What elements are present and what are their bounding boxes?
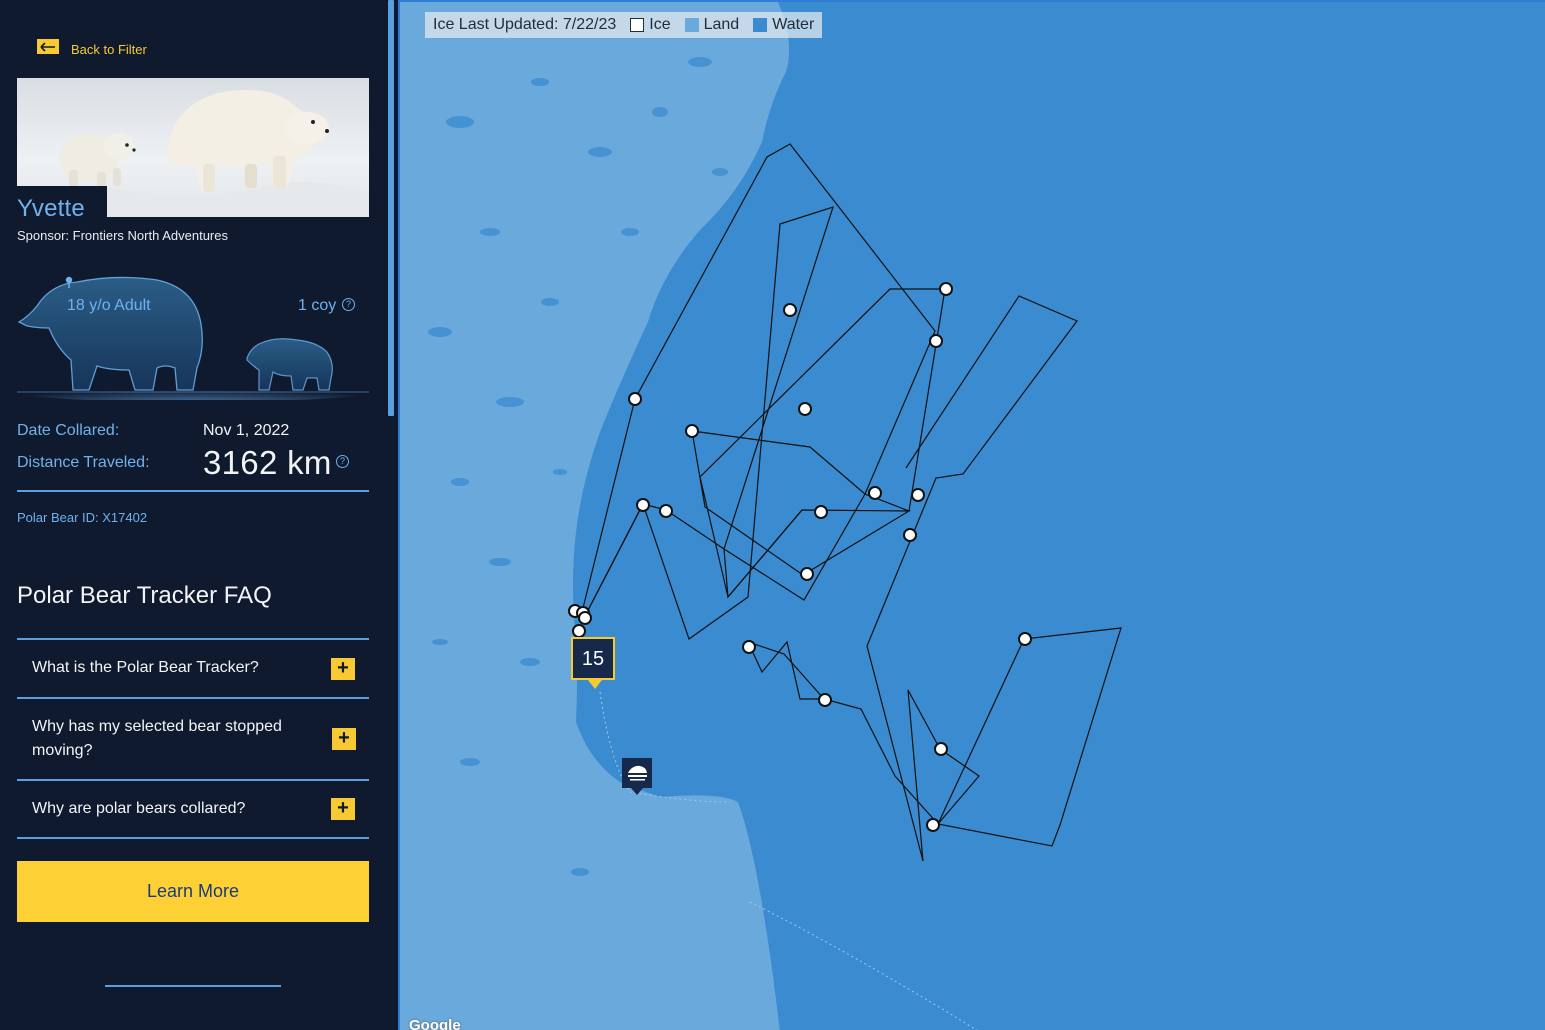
faq-title: Polar Bear Tracker FAQ — [17, 582, 272, 609]
legend-ice-label: Ice — [649, 16, 671, 33]
google-attribution[interactable]: Google — [409, 1017, 461, 1030]
age-label: 18 y/o Adult — [67, 297, 151, 314]
faq-item[interactable]: Why has my selected bear stopped moving?… — [17, 699, 369, 779]
divider — [17, 837, 369, 839]
learn-more-button[interactable]: Learn More — [17, 861, 369, 922]
divider — [105, 985, 281, 987]
bear-name: Yvette — [17, 195, 85, 222]
faq-question: Why has my selected bear stopped moving? — [32, 718, 282, 759]
faq-item[interactable]: What is the Polar Bear Tracker? + — [17, 640, 369, 697]
cluster-count: 15 — [581, 648, 605, 670]
distance-traveled-value: 3162 km — [203, 444, 332, 481]
arrow-left-icon — [37, 39, 59, 54]
faq-question: What is the Polar Bear Tracker? — [32, 659, 259, 676]
ice-updated-label: Ice Last Updated: 7/22/23 — [433, 16, 617, 33]
legend-land-label: Land — [703, 16, 740, 33]
date-collared-value: Nov 1, 2022 — [203, 422, 290, 439]
sponsor-text: Sponsor: Frontiers North Adventures — [17, 228, 228, 243]
bear-silhouette-graphic — [17, 276, 369, 400]
plus-icon[interactable]: + — [331, 798, 355, 820]
sidebar-scrollbar-thumb[interactable] — [388, 0, 394, 416]
tracking-map[interactable]: Ice Last Updated: 7/22/23 Ice Land Water… — [398, 0, 1545, 1030]
legend-water-label: Water — [772, 16, 815, 33]
plus-icon[interactable]: + — [331, 658, 355, 680]
map-canvas — [400, 2, 1122, 1030]
faq-item[interactable]: Why are polar bears collared? + — [17, 781, 369, 837]
coy-label: 1 coy — [298, 297, 337, 314]
distance-traveled-label: Distance Traveled: — [17, 454, 150, 471]
water-swatch — [753, 18, 768, 32]
land-swatch — [684, 18, 699, 32]
map-legend: Ice Last Updated: 7/22/23 Ice Land Water — [425, 12, 823, 38]
plus-icon[interactable]: + — [332, 728, 356, 750]
bear-id: Polar Bear ID: X17402 — [17, 510, 148, 525]
question-circle-icon[interactable]: ? — [336, 455, 349, 468]
back-to-filter-label: Back to Filter — [71, 42, 147, 57]
ice-swatch — [630, 18, 645, 32]
divider — [17, 490, 369, 492]
polar-bear-international-logo-icon[interactable] — [622, 758, 652, 795]
bear-detail-sidebar: Back to Filter Yvette Sponsor: Frontiers… — [0, 0, 386, 1030]
question-circle-icon[interactable]: ? — [342, 298, 355, 311]
track-waypoints — [568, 282, 1032, 832]
date-collared-label: Date Collared: — [17, 422, 120, 439]
faq-question: Why are polar bears collared? — [32, 800, 246, 817]
back-to-filter-link[interactable]: Back to Filter — [37, 36, 147, 57]
bear-cluster-marker[interactable]: 15 — [571, 637, 615, 689]
